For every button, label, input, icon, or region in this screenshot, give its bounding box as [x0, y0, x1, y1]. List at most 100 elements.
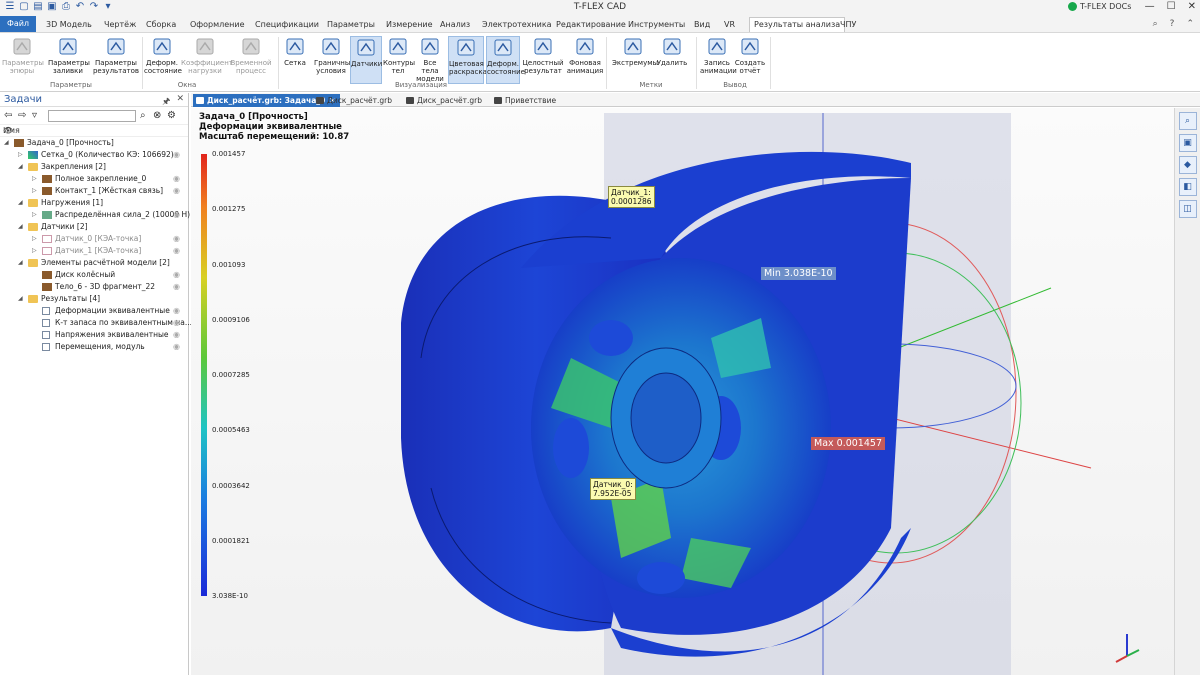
section-view-icon[interactable]: ◧ — [1178, 178, 1197, 196]
tree-item[interactable]: Тело_6 - 3D фрагмент_22 ◉ — [0, 281, 188, 293]
tab-parameters[interactable]: Параметры — [327, 18, 375, 31]
visibility-eye-icon[interactable]: ◉ — [173, 281, 180, 293]
visibility-eye-icon[interactable]: ◉ — [173, 185, 180, 197]
expand-toggle-icon[interactable]: ▷ — [32, 185, 37, 197]
tab-analysis-results[interactable]: Результаты анализа — [749, 17, 846, 32]
tab-specifications[interactable]: Спецификации — [255, 18, 319, 31]
tab-view[interactable]: Вид — [694, 18, 710, 31]
view-cube-icon[interactable]: ▣ — [1178, 134, 1197, 152]
tree-item[interactable]: Деформации эквивалентные ◉ — [0, 305, 188, 317]
search-icon[interactable]: ⌕ — [140, 110, 146, 121]
close-icon[interactable]: ✕ — [1188, 1, 1196, 12]
search-input[interactable] — [48, 110, 136, 122]
ribbon-button-time-process[interactable]: Временной процесс — [230, 36, 272, 84]
ribbon-button-diagram-params[interactable]: Параметры эпюры — [2, 36, 44, 84]
tree-item[interactable]: ◢ Элементы расчётной модели [2] — [0, 257, 188, 269]
ribbon-button-fill-params[interactable]: Параметры заливки — [48, 36, 90, 84]
ribbon-button-contours[interactable]: Контуры тел — [383, 36, 415, 84]
visibility-eye-icon[interactable]: ◉ — [173, 341, 180, 353]
visibility-eye-icon[interactable]: ◉ — [173, 209, 180, 221]
tree-item[interactable]: ▷ Распределённая сила_2 (10000 Н) ◉ — [0, 209, 190, 221]
ribbon-button-mesh[interactable]: Сетка — [282, 36, 308, 84]
expand-toggle-icon[interactable]: ◢ — [18, 197, 23, 209]
ribbon-button-result-params[interactable]: Параметры результатов — [92, 36, 140, 84]
document-tab[interactable]: Приветствие — [491, 94, 560, 107]
expand-toggle-icon[interactable]: ▷ — [32, 245, 37, 257]
ribbon-button-record-anim[interactable]: Запись анимации — [700, 36, 737, 84]
expand-toggle-icon[interactable]: ▷ — [32, 209, 37, 221]
tree-item[interactable]: ▷ Датчик_1 [КЭА-точка] ◉ — [0, 245, 188, 257]
visibility-eye-icon[interactable]: ◉ — [173, 269, 180, 281]
visibility-eye-icon[interactable]: ◉ — [173, 233, 180, 245]
3d-viewport[interactable]: Задача_0 [Прочность] Деформации эквивале… — [191, 108, 1174, 675]
tree-item[interactable]: ▷ Сетка_0 (Количество КЭ: 106692) ◉ — [0, 149, 188, 161]
document-tab[interactable]: Диск_расчёт.grb — [313, 94, 396, 107]
collapse-ribbon-icon[interactable]: ⌃ — [1186, 19, 1194, 29]
tree-item[interactable]: К-т запаса по эквивалентным на... ◉ — [0, 317, 192, 329]
expand-toggle-icon[interactable]: ◢ — [18, 257, 23, 269]
visibility-eye-icon[interactable]: ◉ — [173, 317, 180, 329]
render-mode-icon[interactable]: ◆ — [1178, 156, 1197, 174]
tab-electrical[interactable]: Электротехника — [482, 18, 552, 31]
zoom-icon[interactable]: ⌕ — [1178, 112, 1197, 130]
search-icon[interactable]: ⌕ — [1153, 19, 1158, 29]
back-icon[interactable]: ⇦ — [4, 110, 12, 121]
expand-toggle-icon[interactable]: ◢ — [18, 293, 23, 305]
tab-formatting[interactable]: Оформление — [190, 18, 245, 31]
tab-drawing[interactable]: Чертёж — [104, 18, 136, 31]
tab-assembly[interactable]: Сборка — [146, 18, 176, 31]
tab-3d-model[interactable]: 3D Модель — [46, 18, 92, 31]
tree-item[interactable]: Перемещения, модуль ◉ — [0, 341, 188, 353]
tree-item[interactable]: ▷ Контакт_1 [Жёсткая связь] ◉ — [0, 185, 188, 197]
tree-item[interactable]: ◢ Датчики [2] — [0, 221, 188, 233]
tree-item[interactable]: ▷ Датчик_0 [КЭА-точка] ◉ — [0, 233, 188, 245]
tree-item[interactable]: Напряжения эквивалентные ◉ — [0, 329, 188, 341]
ribbon-button-deform-state[interactable]: Деформ. состояние — [144, 36, 182, 84]
tab-analysis[interactable]: Анализ — [440, 18, 470, 31]
tree-item[interactable]: ◢ Закрепления [2] — [0, 161, 188, 173]
visibility-eye-icon[interactable]: ◉ — [173, 173, 180, 185]
tab-measurement[interactable]: Измерение — [386, 18, 433, 31]
ribbon-button-extremes[interactable]: Экстремумы — [612, 36, 658, 84]
camera-icon[interactable]: ◫ — [1178, 200, 1197, 218]
tree-item[interactable]: ◢ Нагружения [1] — [0, 197, 188, 209]
ribbon-button-deform-view[interactable]: Деформ. состояние — [486, 36, 525, 84]
ribbon-button-all-bodies[interactable]: Все тела модели — [414, 36, 446, 84]
tab-vr[interactable]: VR — [724, 18, 735, 31]
ribbon-button-sensors[interactable]: Датчики — [350, 36, 382, 84]
tab-cnc[interactable]: ЧПУ — [840, 18, 856, 31]
ribbon-button-load-factor[interactable]: Коэффициент нагрузки — [181, 36, 233, 84]
expand-toggle-icon[interactable]: ◢ — [18, 221, 23, 233]
tree-item[interactable]: ◢ Результаты [4] — [0, 293, 188, 305]
document-tab[interactable]: Диск_расчёт.grb — [403, 94, 486, 107]
settings-icon[interactable]: ⚙ — [167, 110, 176, 121]
expand-toggle-icon[interactable]: ◢ — [18, 161, 23, 173]
ribbon-button-create-report[interactable]: Создать отчёт — [734, 36, 766, 84]
tree-item[interactable]: Диск колёсный ◉ — [0, 269, 188, 281]
expand-toggle-icon[interactable]: ◢ — [4, 137, 9, 149]
tree-item[interactable]: ◢ Задача_0 [Прочность] — [0, 137, 188, 149]
maximize-icon[interactable]: ☐ — [1167, 1, 1176, 12]
ribbon-button-boundary[interactable]: Граничные условия — [314, 36, 355, 84]
expand-toggle-icon[interactable]: ▷ — [18, 149, 23, 161]
tree-item[interactable]: ▷ Полное закрепление_0 ◉ — [0, 173, 188, 185]
ribbon-button-delete[interactable]: Удалить — [656, 36, 688, 84]
visibility-eye-icon[interactable]: ◉ — [173, 149, 180, 161]
minimize-icon[interactable]: — — [1145, 1, 1155, 12]
ribbon-button-bg-animation[interactable]: Фоновая анимация — [566, 36, 604, 84]
tab-editing[interactable]: Редактирование — [556, 18, 626, 31]
visibility-eye-icon[interactable]: ◉ — [173, 329, 180, 341]
clear-search-icon[interactable]: ⊗ — [153, 110, 161, 121]
visibility-eye-icon[interactable]: ◉ — [173, 245, 180, 257]
visibility-eye-icon[interactable]: ◉ — [173, 305, 180, 317]
forward-icon[interactable]: ⇨ — [18, 110, 26, 121]
ribbon-button-whole-result[interactable]: Целостный результат — [522, 36, 564, 84]
tab-file[interactable]: Файл — [0, 16, 36, 32]
filter-icon[interactable]: ▿ — [32, 110, 37, 121]
expand-toggle-icon[interactable]: ▷ — [32, 233, 37, 245]
expand-toggle-icon[interactable]: ▷ — [32, 173, 37, 185]
docs-button[interactable]: T-FLEX DOCs — [1068, 2, 1131, 11]
help-icon[interactable]: ? — [1170, 19, 1175, 29]
tab-tools[interactable]: Инструменты — [628, 18, 685, 31]
ribbon-button-color-fill[interactable]: Цветовая раскраска — [448, 36, 487, 84]
